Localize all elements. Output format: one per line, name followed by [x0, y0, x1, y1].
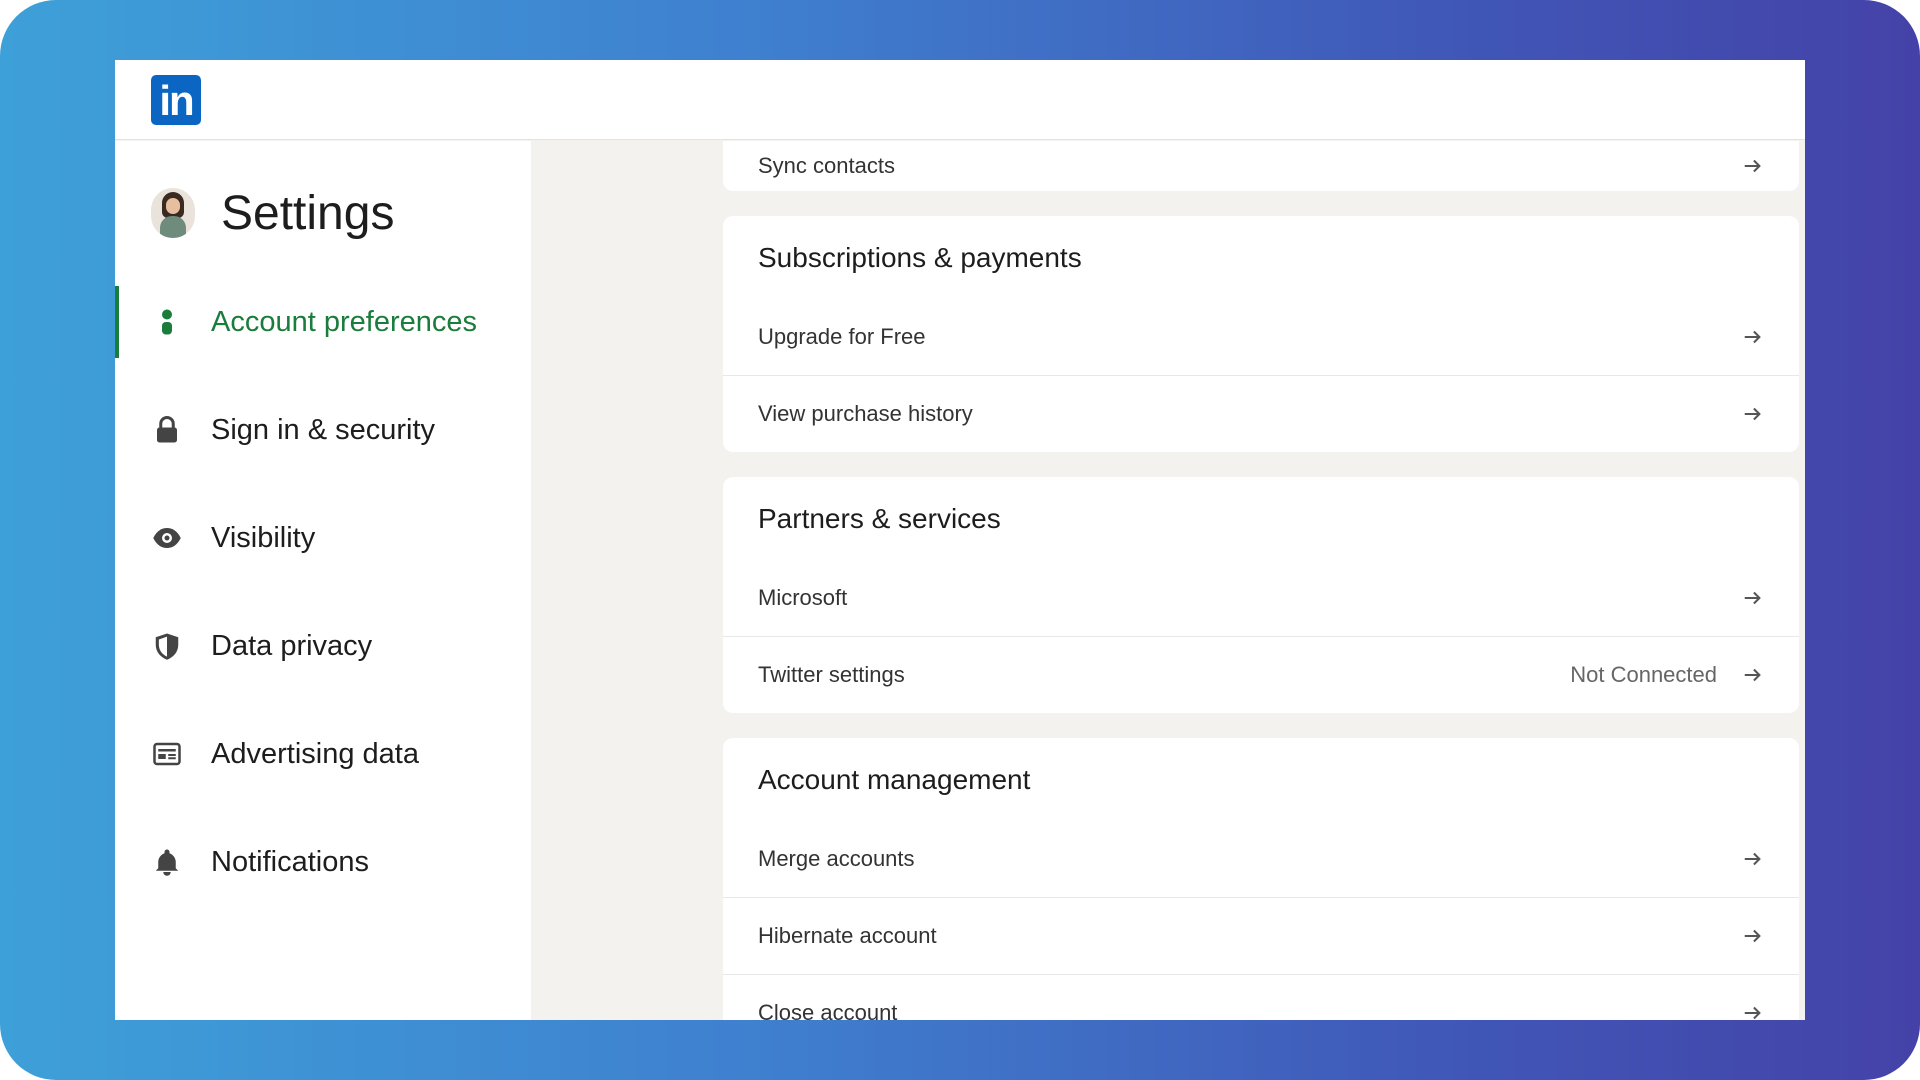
row-label: Twitter settings — [758, 662, 905, 687]
linkedin-logo[interactable]: in — [151, 75, 201, 125]
sidebar-item-label: Advertising data — [211, 737, 419, 770]
sidebar-item-data-privacy[interactable]: Data privacy — [115, 610, 531, 682]
arrow-right-icon — [1742, 848, 1764, 870]
subscriptions-card: Subscriptions & payments Upgrade for Fre… — [723, 216, 1799, 452]
settings-header: Settings — [151, 183, 394, 243]
arrow-right-icon — [1742, 925, 1764, 947]
bell-icon — [151, 846, 183, 878]
person-icon — [151, 306, 183, 338]
avatar[interactable] — [151, 188, 195, 238]
settings-nav: Account preferences Sign in & security V… — [115, 286, 531, 934]
sidebar-item-label: Notifications — [211, 845, 369, 878]
close-account-row[interactable]: Close account — [723, 974, 1799, 1020]
sidebar-item-label: Data privacy — [211, 629, 373, 662]
row-label: Upgrade for Free — [758, 323, 926, 349]
upgrade-row[interactable]: Upgrade for Free — [723, 298, 1799, 375]
sidebar-item-advertising-data[interactable]: Advertising data — [115, 718, 531, 790]
eye-icon — [151, 522, 183, 554]
sidebar-item-label: Sign in & security — [211, 413, 436, 446]
hibernate-account-row[interactable]: Hibernate account — [723, 897, 1799, 974]
purchase-history-row[interactable]: View purchase history — [723, 375, 1799, 452]
sync-card: Sync contacts — [723, 141, 1799, 191]
status-text: Not Connected — [1570, 662, 1717, 687]
microsoft-row[interactable]: Microsoft — [723, 559, 1799, 636]
row-label: View purchase history — [758, 401, 973, 426]
row-label: Close account — [758, 1000, 898, 1020]
row-label: Sync contacts — [758, 153, 895, 178]
section-title-subscriptions: Subscriptions & payments — [758, 242, 1082, 273]
account-management-card: Account management Merge accounts Hibern… — [723, 738, 1799, 1020]
row-label: Merge accounts — [758, 845, 915, 871]
sidebar-item-label: Account preferences — [211, 305, 477, 338]
ad-card-icon — [151, 738, 183, 770]
arrow-right-icon — [1742, 403, 1764, 425]
shield-icon — [151, 630, 183, 662]
section-title-account-management: Account management — [758, 764, 1031, 795]
partners-card: Partners & services Microsoft Twitter se… — [723, 477, 1799, 713]
arrow-right-icon — [1742, 587, 1764, 609]
sidebar-item-account-preferences[interactable]: Account preferences — [115, 286, 531, 358]
row-label: Hibernate account — [758, 923, 937, 948]
arrow-right-icon — [1742, 664, 1764, 686]
lock-icon — [151, 414, 183, 446]
arrow-right-icon — [1742, 326, 1764, 348]
settings-content: Sync contacts Subscriptions & payments U… — [723, 141, 1799, 1020]
sidebar-item-visibility[interactable]: Visibility — [115, 502, 531, 574]
arrow-right-icon — [1742, 1002, 1764, 1020]
sidebar-item-label: Visibility — [211, 521, 316, 554]
row-label: Microsoft — [758, 584, 848, 610]
twitter-settings-row[interactable]: Twitter settings Not Connected — [723, 636, 1799, 713]
top-bar: in — [115, 60, 1805, 140]
sync-contacts-row[interactable]: Sync contacts — [723, 141, 1799, 191]
sidebar-item-sign-in-security[interactable]: Sign in & security — [115, 394, 531, 466]
sidebar-item-notifications[interactable]: Notifications — [115, 826, 531, 898]
settings-window: in Settings Account preferences Sign in … — [115, 60, 1805, 1020]
arrow-right-icon — [1742, 155, 1764, 177]
sidebar: Settings Account preferences Sign in & s… — [115, 141, 531, 1020]
section-title-partners: Partners & services — [758, 503, 1001, 534]
page-title: Settings — [221, 186, 395, 240]
background-frame: in Settings Account preferences Sign in … — [0, 0, 1920, 1080]
merge-accounts-row[interactable]: Merge accounts — [723, 820, 1799, 897]
